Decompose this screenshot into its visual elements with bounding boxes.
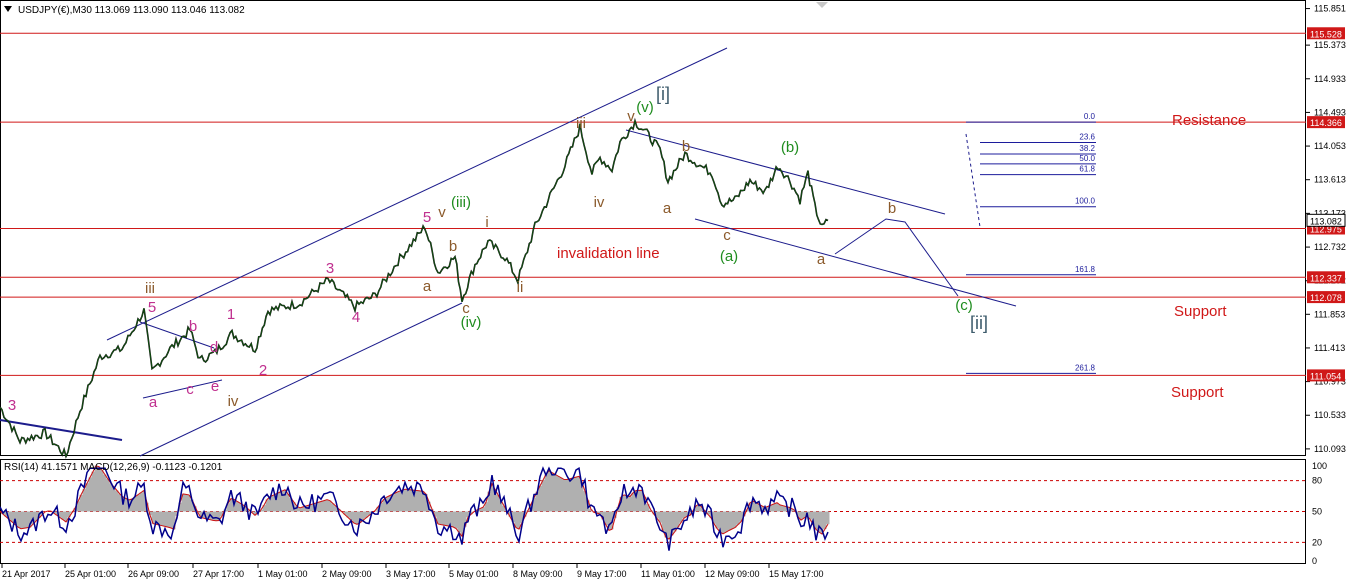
x-tick-label: 1 May 01:00 [258, 569, 308, 579]
indicator-title: RSI(14) 41.1571 MACD(12,26,9) -0.1123 -0… [4, 462, 223, 473]
price-series [0, 117, 829, 459]
wave-label: 3 [8, 397, 16, 414]
wave-label: (v) [636, 99, 654, 116]
price-line [0, 117, 829, 459]
x-tick-label: 5 May 01:00 [449, 569, 499, 579]
fib-level-label: 161.8 [1075, 265, 1096, 274]
y-tick-label: 115.373 [1314, 40, 1346, 50]
wave-label: 3 [326, 260, 334, 277]
fib-level-label: 38.2 [1079, 144, 1095, 153]
y-tick-label: 111.413 [1314, 343, 1345, 353]
wave-label: (a) [720, 248, 738, 265]
x-tick-label: 3 May 17:00 [386, 569, 436, 579]
wave-label: a [817, 251, 826, 268]
wave-label: 5 [423, 209, 431, 226]
y-tick-label: 110.533 [1314, 410, 1346, 420]
x-tick-label: 2 May 09:00 [322, 569, 372, 579]
fib-level-label: 0.0 [1084, 112, 1096, 121]
time-axis: 21 Apr 2017 25 Apr 01:00 26 Apr 09:00 27 Ap… [1, 564, 824, 579]
indicator-axis-label: 50 [1312, 507, 1322, 517]
level-price-label: 111.054 [1310, 371, 1341, 381]
x-tick-label: 21 Apr 2017 [2, 569, 51, 579]
y-tick-label: 110.093 [1314, 444, 1346, 454]
wave-label: [ii] [970, 313, 988, 333]
wave-label: c [723, 227, 731, 244]
scroll-marker-icon [816, 2, 828, 8]
y-tick-label: 114.933 [1314, 74, 1346, 84]
y-tick-label: 111.853 [1314, 309, 1345, 319]
wave-label: c [186, 381, 194, 398]
support-label-2: Support [1171, 384, 1224, 401]
wave-label: b [449, 238, 457, 255]
indicator-axis-label: 0 [1312, 556, 1317, 566]
indicator-axis-label: 100 [1312, 461, 1327, 471]
indicator-axis-label: 80 [1312, 476, 1322, 486]
fib-level-label: 100.0 [1075, 197, 1096, 206]
wave-label: 4 [352, 309, 360, 326]
wave-label: 1 [227, 306, 235, 323]
level-price-label: 112.337 [1310, 273, 1342, 283]
fibonacci-levels: 0.0 23.6 38.250.0 61.8 100.0 161.8 261.8 [966, 112, 1096, 374]
price-chart: 0.023.638.250.061.8100.0161.8261.8 3iii5… [0, 0, 1346, 579]
wave-label: (iv) [461, 314, 482, 331]
fib-level-label: 261.8 [1075, 363, 1096, 372]
wave-label: iv [228, 393, 239, 410]
x-tick-label: 12 May 09:00 [705, 569, 760, 579]
y-tick-label: 114.493 [1314, 107, 1346, 117]
wave-label: i [485, 214, 488, 231]
y-tick-label: 115.851 [1314, 4, 1346, 14]
wedge-lower-line [694, 218, 1017, 307]
x-tick-label: 15 May 17:00 [769, 569, 824, 579]
collapse-arrow-icon[interactable] [4, 6, 12, 12]
projection-path [834, 218, 959, 297]
level-price-label: 112.078 [1310, 293, 1342, 303]
wave-label: [i] [656, 84, 670, 104]
wave-label: (c) [955, 297, 973, 314]
level-price-label: 115.528 [1310, 29, 1342, 39]
y-tick-label: 112.732 [1314, 242, 1346, 252]
wave-label: 2 [259, 362, 267, 379]
wave-label: (b) [781, 139, 799, 156]
upper-channel-line [106, 47, 728, 341]
wave-label: e [211, 378, 219, 395]
wave-label: a [149, 394, 158, 411]
invalidation-label: invalidation line [557, 245, 660, 262]
fib-level-label: 23.6 [1079, 132, 1095, 141]
wave-label: a [663, 200, 672, 217]
x-tick-label: 9 May 17:00 [577, 569, 627, 579]
wave-label: b [682, 138, 690, 155]
wave-label: (iii) [451, 194, 471, 211]
macd-histogram [1, 465, 830, 540]
x-tick-label: 27 Apr 17:00 [193, 569, 244, 579]
wave-label: ii [517, 279, 524, 296]
wave-label: a [423, 278, 432, 295]
x-tick-label: 25 Apr 01:00 [65, 569, 116, 579]
indicator-axis-label: 20 [1312, 537, 1322, 547]
indicator-panel [0, 465, 1306, 551]
fib-anchor-dashed [965, 133, 981, 228]
wave-label: iii [145, 280, 155, 297]
x-tick-label: 11 May 01:00 [641, 569, 695, 579]
wave-label: v [627, 108, 635, 125]
chart-title: USDJPY(€),M30 113.069 113.090 113.046 11… [18, 5, 245, 16]
wave-label: 5 [148, 299, 156, 316]
x-tick-label: 26 Apr 09:00 [128, 569, 179, 579]
current-price-label: 113.082 [1310, 216, 1342, 226]
fib-level-label: 61.8 [1079, 165, 1095, 174]
wave-label: iv [594, 194, 605, 211]
level-price-label: 114.366 [1310, 118, 1342, 128]
wave-label: v [438, 204, 446, 221]
x-tick-label: 8 May 09:00 [513, 569, 563, 579]
wave-label: b [888, 200, 896, 217]
price-line-highlight [0, 119, 829, 458]
y-tick-label: 113.613 [1314, 175, 1346, 185]
y-tick-label: 114.053 [1314, 141, 1346, 151]
wave-label: d [210, 339, 218, 356]
indicator-axis: 100 80 50 20 0 [1312, 461, 1327, 566]
resistance-label: Resistance [1172, 112, 1246, 129]
support-label-1: Support [1174, 303, 1227, 320]
fib-level-label: 50.0 [1079, 154, 1095, 163]
wave-label: b [189, 318, 197, 335]
wave-label: iii [576, 115, 586, 132]
